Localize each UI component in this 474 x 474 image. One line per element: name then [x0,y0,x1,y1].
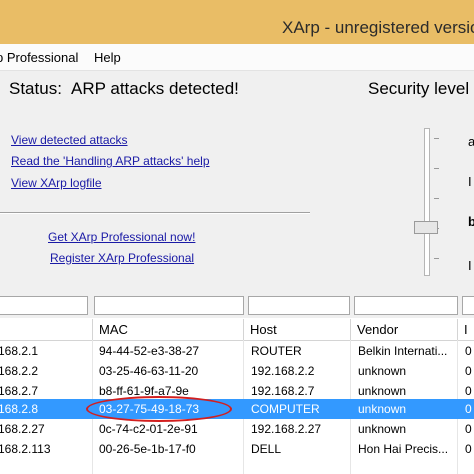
cell-mac: 03-25-46-63-11-20 [99,364,199,378]
right-panel-text: b [468,214,474,229]
section-divider [0,212,310,214]
cell-host: 192.168.2.27 [251,422,322,436]
menu-item-professional[interactable]: p Professional [0,50,78,65]
cell-vendor: unknown [358,402,407,416]
table-row[interactable]: 168.2.113 00-26-5e-1b-17-f0 DELL Hon Hai… [0,439,474,459]
cell-host: COMPUTER [251,402,320,416]
column-header-vendor[interactable]: Vendor [351,319,458,341]
security-level-slider-track[interactable] [424,128,430,276]
column-header-ip[interactable] [0,319,93,341]
cell-vendor: Belkin Internati... [358,344,448,358]
right-panel-text: I [468,258,472,273]
cell-interface: 0 [465,402,472,416]
status-label: Status: [9,79,62,98]
cell-host: 192.168.2.7 [251,384,315,398]
cell-mac: 0c-74-c2-01-2e-91 [99,422,198,436]
cell-vendor: unknown [358,422,407,436]
cell-mac: 00-26-5e-1b-17-f0 [99,442,196,456]
slider-tick [434,258,439,259]
cell-ip: 168.2.2 [0,364,39,378]
right-panel-text: a [468,134,474,149]
cell-ip: 168.2.7 [0,384,39,398]
column-header-host[interactable]: Host [244,319,351,341]
cell-ip: 168.2.1 [0,344,39,358]
security-level-slider-thumb[interactable] [414,221,438,234]
right-panel-text: I [468,174,472,189]
cell-interface: 0 [465,384,472,398]
title-bar: XArp - unregistered version [0,0,474,44]
slider-tick [434,198,439,199]
cell-ip: 168.2.113 [0,442,51,456]
menu-bar: p Professional Help [0,44,474,71]
cell-interface: 0 [465,442,472,456]
column-header-interface[interactable]: I [458,319,474,341]
table-row[interactable]: 168.2.2 03-25-46-63-11-20 192.168.2.2 un… [0,361,474,381]
handling-arp-attacks-help-link[interactable]: Read the 'Handling ARP attacks' help [11,154,210,168]
highlight-circle-annotation [86,396,232,422]
cell-host: 192.168.2.2 [251,364,315,378]
slider-tick [434,168,439,169]
window-title: XArp - unregistered version [282,18,474,37]
cell-interface: 0 [465,344,472,358]
register-professional-link[interactable]: Register XArp Professional [50,251,194,265]
status-message: ARP attacks detected! [71,79,239,98]
cell-host: DELL [251,442,282,456]
get-professional-link[interactable]: Get XArp Professional now! [48,230,195,244]
filter-input-mac[interactable] [94,296,244,315]
filter-input-ip[interactable] [0,296,88,315]
view-detected-attacks-link[interactable]: View detected attacks [11,133,128,147]
cell-ip: 168.2.27 [0,422,45,436]
filter-input-vendor[interactable] [354,296,458,315]
security-level-label: Security level s [368,79,474,98]
menu-item-help[interactable]: Help [94,50,121,65]
cell-interface: 0 [465,364,472,378]
view-logfile-link[interactable]: View XArp logfile [11,176,102,190]
cell-ip: 168.2.8 [0,402,39,416]
table-row[interactable]: 168.2.1 94-44-52-e3-38-27 ROUTER Belkin … [0,341,474,361]
cell-mac: 94-44-52-e3-38-27 [99,344,200,358]
slider-tick [434,138,439,139]
table-row[interactable]: 168.2.27 0c-74-c2-01-2e-91 192.168.2.27 … [0,419,474,439]
cell-vendor: unknown [358,384,407,398]
cell-interface: 0 [465,422,472,436]
filter-input-host[interactable] [248,296,350,315]
cell-vendor: Hon Hai Precis... [358,442,449,456]
filter-input-interface[interactable] [462,296,474,315]
table-row-selected[interactable]: 168.2.8 03-27-75-49-18-73 COMPUTER unkno… [0,399,474,419]
cell-vendor: unknown [358,364,407,378]
cell-host: ROUTER [251,344,302,358]
table-row[interactable]: 168.2.7 b8-ff-61-9f-a7-9e 192.168.2.7 un… [0,381,474,401]
column-header-mac[interactable]: MAC [93,319,244,341]
